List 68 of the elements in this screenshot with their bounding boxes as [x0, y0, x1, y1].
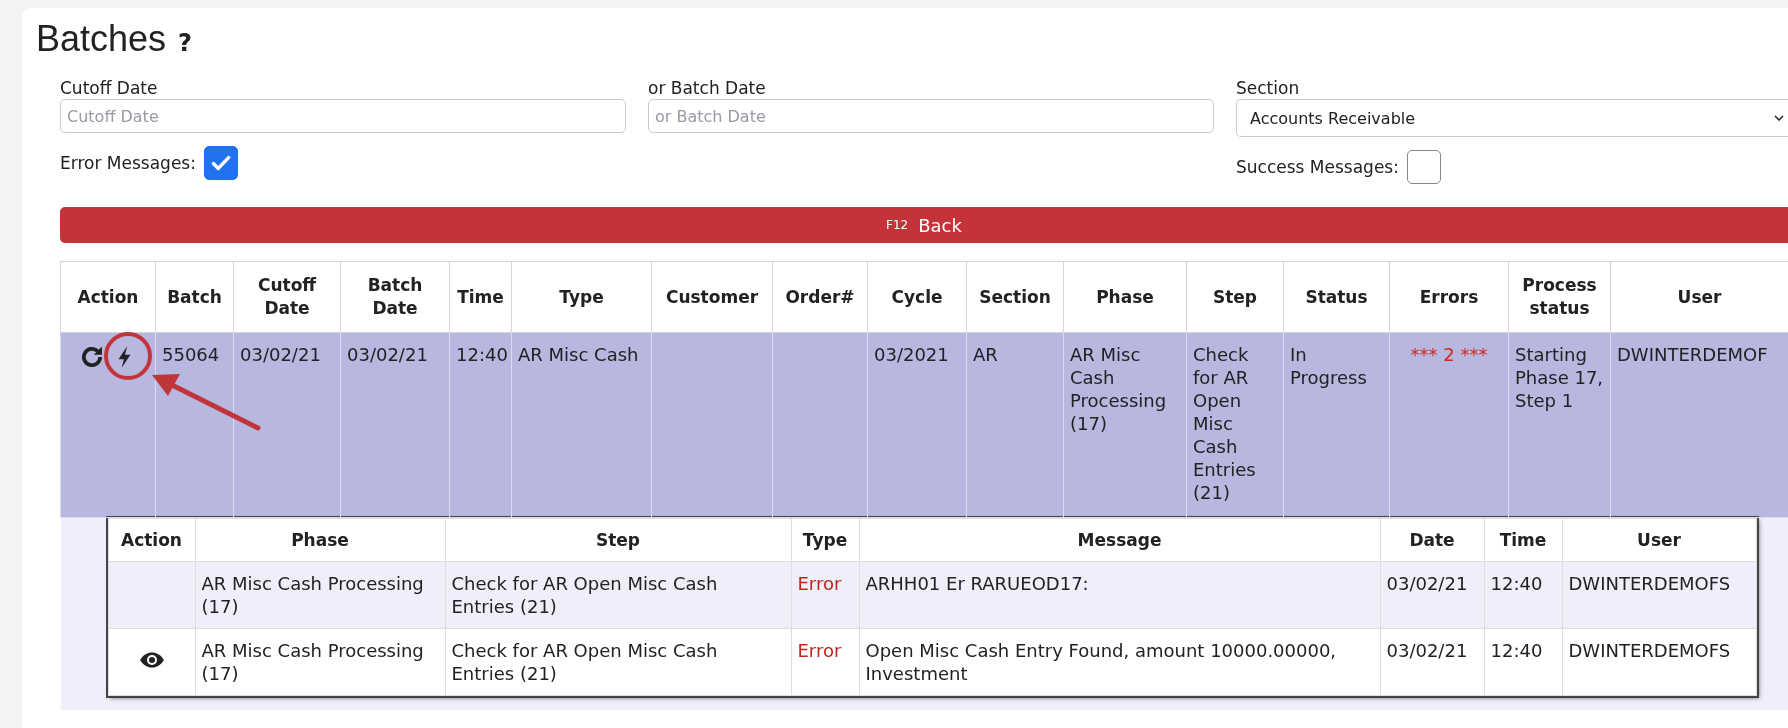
column-header: Section	[966, 261, 1064, 333]
date-field[interactable]: or Batch Date	[648, 99, 1214, 133]
table-cell: Check for AR Open Misc Cash Entries (21)	[451, 640, 718, 684]
table-cell: *** 2 ***	[1410, 344, 1488, 365]
column-header: Cycle	[867, 261, 967, 333]
table-cell: Error	[797, 640, 842, 661]
table-cell: AR Misc Cash	[518, 344, 639, 365]
table-cell: Starting Phase 17, Step 1	[1515, 344, 1604, 411]
column-header: Action	[60, 261, 156, 333]
column-header: Phase	[195, 518, 445, 562]
column-header: User	[1610, 261, 1788, 333]
table-cell: Check for AR Open Misc Cash Entries (21)	[1193, 344, 1256, 503]
table-cell: DWINTERDEMOFS	[1568, 640, 1731, 661]
table-cell: Error	[797, 573, 842, 594]
table-cell: DWINTERDEMOF	[1617, 344, 1768, 365]
back-button[interactable]: F12 Back	[60, 207, 1788, 243]
column-header: Batch Date	[340, 261, 450, 333]
table-cell: 03/2021	[874, 344, 949, 365]
table-cell: 03/02/21	[347, 344, 428, 365]
highlight-circle	[104, 332, 152, 380]
column-header: Customer	[651, 261, 773, 333]
checkbox-label: Error Messages:	[60, 152, 196, 174]
table-cell: 12:40	[1490, 640, 1543, 661]
table-cell: 12:40	[1490, 573, 1543, 594]
column-header: Step	[1186, 261, 1284, 333]
field-label: or Batch Date	[648, 78, 767, 99]
column-header: Order#	[772, 261, 868, 333]
table-cell: AR	[973, 344, 998, 365]
table-cell: AR Misc Cash Processing (17)	[1070, 344, 1167, 434]
column-header: Step	[445, 518, 791, 562]
column-header: Message	[859, 518, 1380, 562]
column-header: Cutoff Date	[233, 261, 341, 333]
column-header: Time	[449, 261, 512, 333]
table-cell: Open Misc Cash Entry Found, amount 10000.00000, Investment	[865, 640, 1337, 684]
date-field[interactable]: Cutoff Date	[60, 99, 626, 133]
table-cell: 03/02/21	[1386, 573, 1468, 594]
column-header: Time	[1484, 518, 1562, 562]
table-cell: AR Misc Cash Processing (17)	[201, 640, 424, 684]
help-link[interactable]: ?	[178, 29, 192, 57]
table-cell: ARHH01 Er RARUEOD17:	[865, 573, 1089, 594]
column-header: User	[1562, 518, 1756, 562]
table-cell: AR Misc Cash Processing (17)	[201, 573, 424, 617]
table-cell: 55064	[162, 344, 220, 365]
column-header: Errors	[1389, 261, 1509, 333]
checkbox[interactable]	[203, 146, 238, 180]
table-cell: 03/02/21	[1386, 640, 1468, 661]
table-cell: Check for AR Open Misc Cash Entries (21)	[451, 573, 718, 617]
eye-icon[interactable]	[138, 650, 165, 669]
column-header: Date	[1380, 518, 1484, 562]
checkbox-label: Success Messages:	[1236, 156, 1399, 178]
column-header: Batch	[155, 261, 234, 333]
column-header: Action	[108, 518, 195, 562]
field-label: Section	[1236, 78, 1301, 99]
table-cell: DWINTERDEMOFS	[1568, 573, 1731, 594]
table-cell: 12:40	[456, 344, 508, 365]
table-cell: 03/02/21	[240, 344, 321, 365]
shortcut-hint: F12	[886, 218, 909, 232]
page-title: Batches	[36, 18, 167, 60]
column-header: Type	[791, 518, 859, 562]
chevron-down-icon	[1774, 115, 1784, 121]
table-cell: In Progress	[1290, 344, 1367, 388]
column-header: Process status	[1508, 261, 1611, 333]
section-dropdown[interactable]: Accounts Receivable	[1236, 99, 1788, 137]
field-label: Cutoff Date	[60, 78, 159, 99]
checkbox[interactable]	[1406, 150, 1441, 184]
column-header: Status	[1283, 261, 1390, 333]
column-header: Type	[511, 261, 652, 333]
column-header: Phase	[1063, 261, 1187, 333]
